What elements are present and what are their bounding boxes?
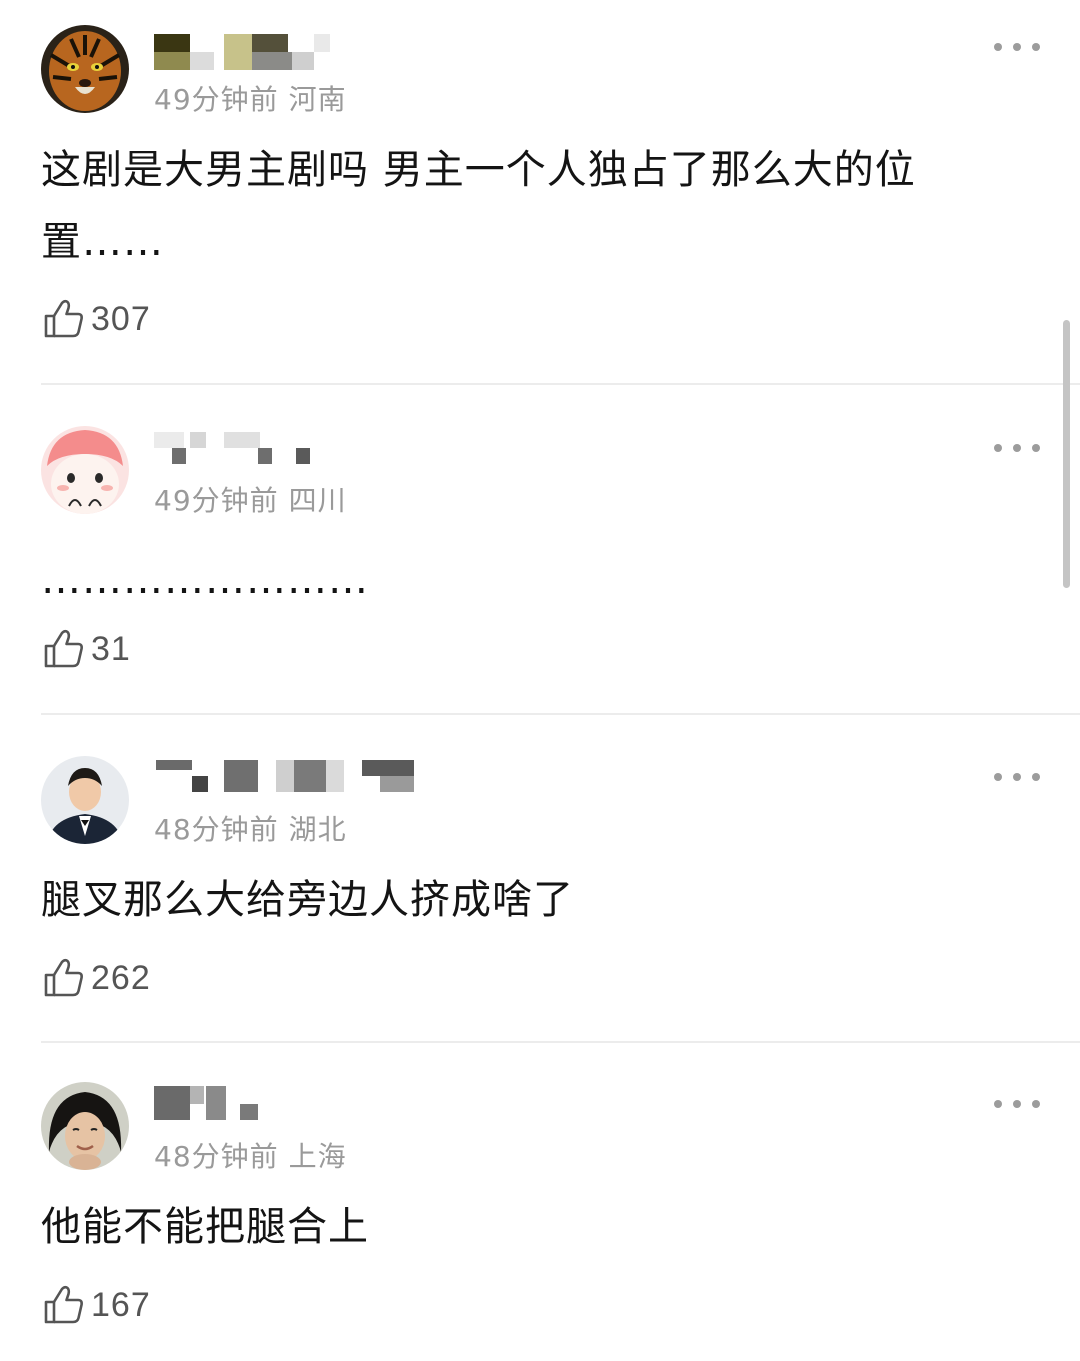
more-dots-icon[interactable] xyxy=(994,442,1040,454)
like-button[interactable]: 31 xyxy=(43,626,131,672)
comment-location: 河南 xyxy=(288,83,347,116)
like-button[interactable]: 262 xyxy=(43,955,151,1001)
tiger-avatar-icon xyxy=(41,25,129,113)
comment-time: 49分钟前 xyxy=(154,83,279,116)
comment-text: 他能不能把腿合上 xyxy=(41,1204,369,1250)
thumbs-up-icon xyxy=(44,1285,83,1324)
like-count: 167 xyxy=(91,1285,151,1324)
comment-text: 这剧是大男主剧吗 男主一个人独占了那么大的位置…… xyxy=(41,147,916,265)
like-button[interactable]: 307 xyxy=(43,296,151,342)
like-count: 31 xyxy=(91,629,131,668)
comment-text: 腿叉那么大给旁边人挤成啥了 xyxy=(41,877,574,923)
more-dots-icon[interactable] xyxy=(994,41,1040,53)
username-blurred[interactable] xyxy=(154,34,334,70)
comment-text: …………………… xyxy=(41,557,369,603)
more-dots-icon[interactable] xyxy=(994,771,1040,783)
username-blurred[interactable] xyxy=(154,1086,264,1122)
username-blurred[interactable] xyxy=(154,432,314,468)
thumbs-up-icon xyxy=(44,299,83,338)
comment-meta: 48分钟前 湖北 xyxy=(154,808,347,848)
like-button[interactable]: 167 xyxy=(43,1282,151,1328)
avatar[interactable] xyxy=(41,756,129,844)
comment-meta: 49分钟前 河南 xyxy=(154,78,347,118)
scrollbar[interactable] xyxy=(1063,320,1070,588)
comment-meta: 48分钟前 上海 xyxy=(154,1135,347,1175)
comment-meta: 49分钟前 四川 xyxy=(154,479,347,519)
divider xyxy=(41,713,1080,715)
like-count: 307 xyxy=(91,299,151,338)
woman-photo-avatar-icon xyxy=(41,1082,129,1170)
avatar[interactable] xyxy=(41,426,129,514)
like-count: 262 xyxy=(91,958,151,997)
thumbs-up-icon xyxy=(44,958,83,997)
cartoon-avatar-icon xyxy=(41,426,129,514)
avatar[interactable] xyxy=(41,25,129,113)
comment-time: 48分钟前 xyxy=(154,813,279,846)
comment-location: 湖北 xyxy=(288,813,347,846)
divider xyxy=(41,383,1080,385)
comment-time: 49分钟前 xyxy=(154,484,279,517)
avatar[interactable] xyxy=(41,1082,129,1170)
username-blurred[interactable] xyxy=(154,760,416,796)
comment-location: 上海 xyxy=(288,1140,347,1173)
man-in-suit-avatar-icon xyxy=(41,756,129,844)
thumbs-up-icon xyxy=(44,629,83,668)
comment-time: 48分钟前 xyxy=(154,1140,279,1173)
more-dots-icon[interactable] xyxy=(994,1098,1040,1110)
divider xyxy=(41,1041,1080,1043)
comment-location: 四川 xyxy=(288,484,347,517)
